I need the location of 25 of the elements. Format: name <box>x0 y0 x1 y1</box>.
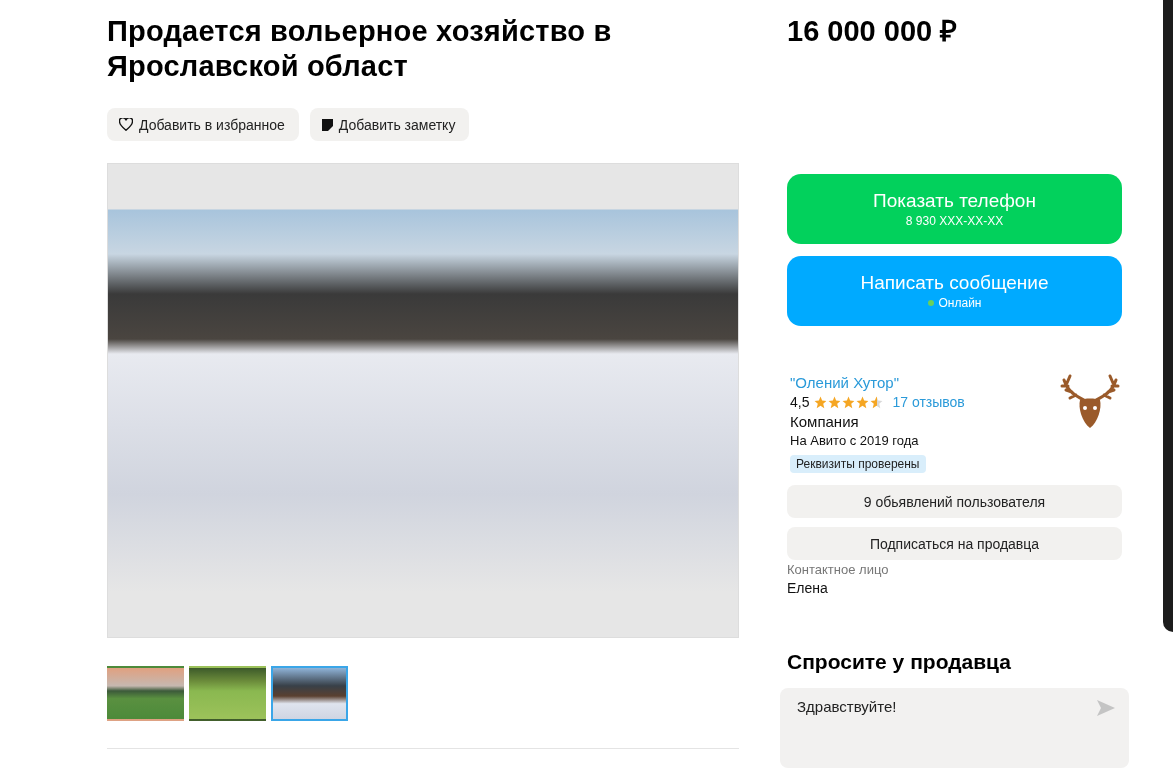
listing-title: Продается вольерное хозяйство в Ярославской област <box>107 14 613 84</box>
rating-value: 4,5 <box>790 394 810 410</box>
thumbnail[interactable] <box>271 666 348 721</box>
subscribe-button[interactable]: Подписаться на продавца <box>787 527 1122 560</box>
verified-badge: Реквизиты проверены <box>790 455 926 473</box>
star-icon <box>842 395 856 409</box>
star-icon <box>828 395 842 409</box>
ask-heading: Спросите у продавца <box>787 650 1012 674</box>
message-field[interactable]: Здравствуйте! <box>780 688 1129 768</box>
seller-type: Компания <box>790 413 860 430</box>
thumbnail[interactable] <box>189 666 266 721</box>
star-icon <box>856 395 870 409</box>
member-since: На Авито с 2019 года <box>790 433 920 448</box>
add-favorite-button[interactable]: Добавить в избранное <box>107 108 299 141</box>
user-listings-button[interactable]: 9 обьявлений пользователя <box>787 485 1122 518</box>
contact-label: Контактное лицо <box>787 562 890 577</box>
price: 16 000 000 ₽ <box>787 14 959 49</box>
star-icon <box>870 395 884 409</box>
add-note-button[interactable]: Добавить заметку <box>309 108 470 141</box>
note-icon <box>321 118 333 131</box>
contact-name: Елена <box>787 580 829 596</box>
thumbnail[interactable] <box>107 666 184 721</box>
deer-head-icon <box>1058 374 1122 430</box>
heart-icon <box>119 118 133 131</box>
star-icon <box>814 395 828 409</box>
